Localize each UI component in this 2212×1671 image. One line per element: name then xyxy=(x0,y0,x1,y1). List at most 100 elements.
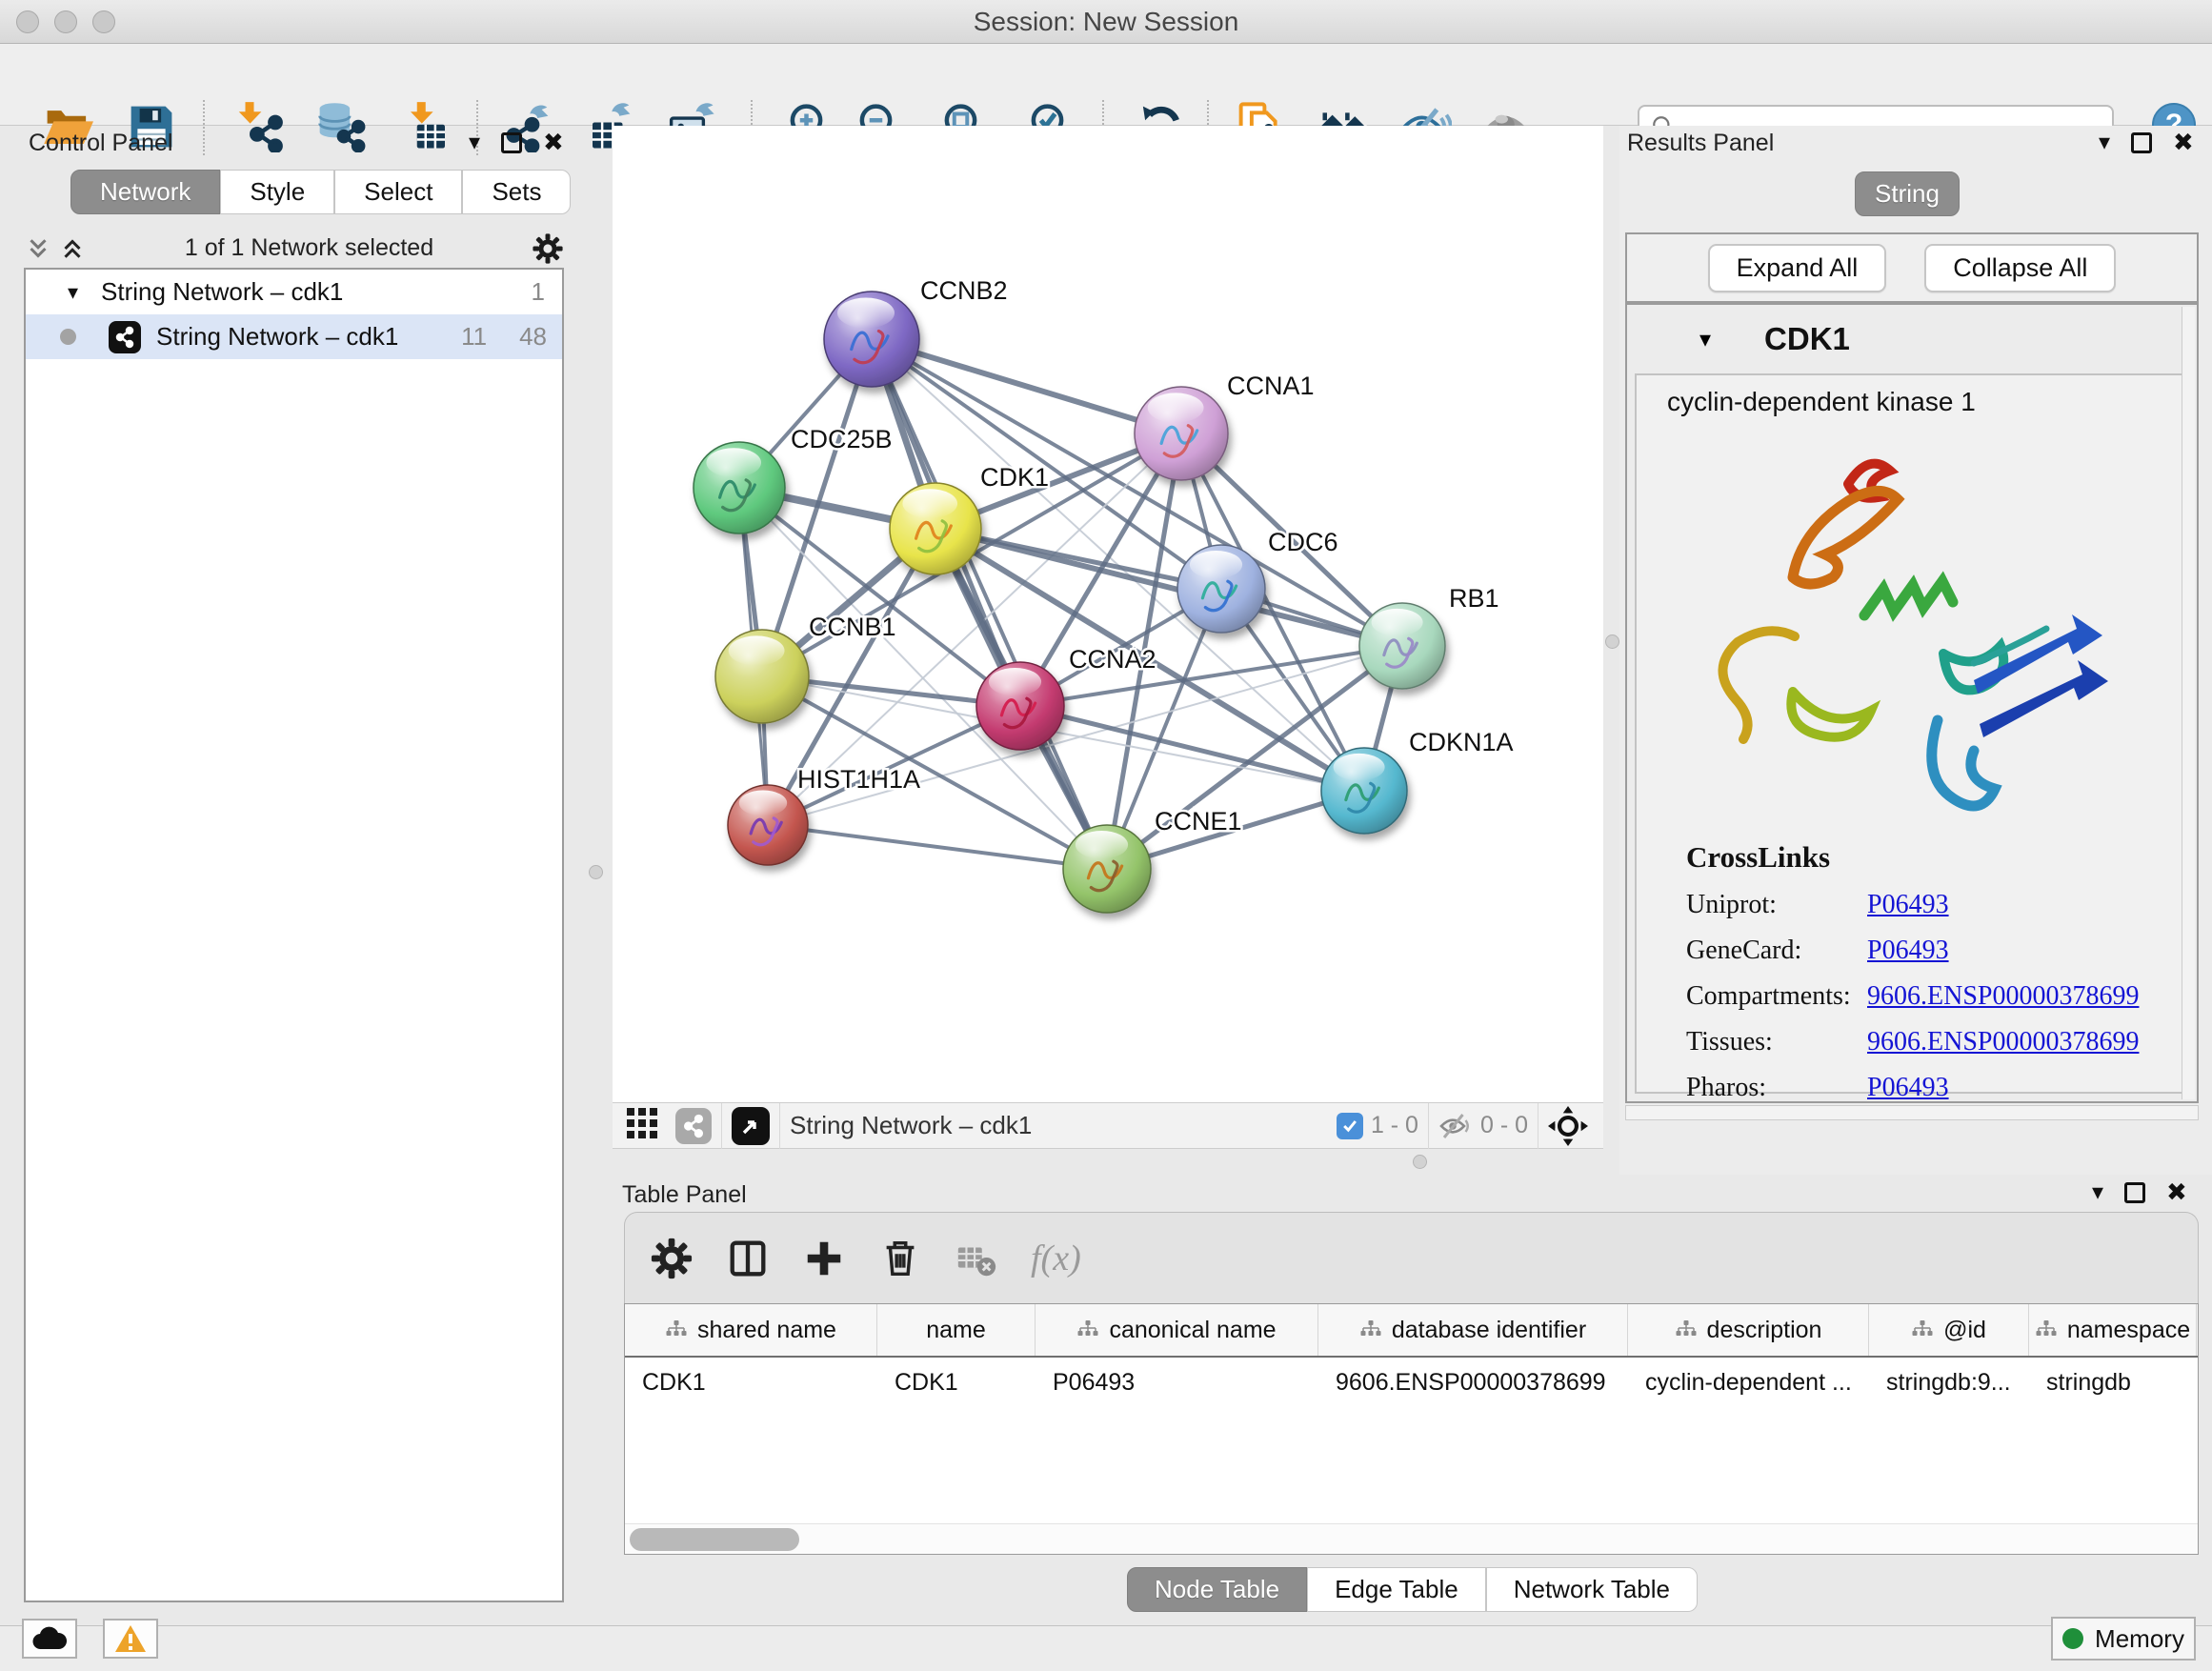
collapse-all-chevron-icon[interactable] xyxy=(58,234,87,263)
columns-icon[interactable] xyxy=(726,1237,770,1280)
column-header--id[interactable]: @id xyxy=(1869,1304,2029,1356)
table-cell[interactable]: stringdb xyxy=(2029,1358,2197,1409)
network-node-cdk1[interactable] xyxy=(890,483,981,574)
node-label-cdkn1a: CDKN1A xyxy=(1409,728,1514,756)
crosslink-link[interactable]: P06493 xyxy=(1867,1073,1949,1103)
grid-view-icon[interactable] xyxy=(626,1107,658,1144)
function-icon[interactable]: f(x) xyxy=(1031,1238,1081,1279)
gene-card-header[interactable]: ▾ CDK1 xyxy=(1627,305,2197,373)
horizontal-splitter-handle[interactable] xyxy=(1413,1155,1427,1169)
table-cell[interactable]: CDK1 xyxy=(625,1358,877,1409)
network-node-rb1[interactable] xyxy=(1359,603,1445,689)
column-header-database-identifier[interactable]: database identifier xyxy=(1318,1304,1628,1356)
crosslink-label: Compartments: xyxy=(1686,981,1867,1012)
maximize-window-icon[interactable] xyxy=(92,10,115,33)
scrollbar-thumb[interactable] xyxy=(630,1528,799,1551)
window-controls[interactable] xyxy=(16,10,115,33)
gene-expander-icon[interactable]: ▾ xyxy=(1699,326,1711,353)
network-node-ccne1[interactable] xyxy=(1063,825,1151,913)
tab-select[interactable]: Select xyxy=(334,170,462,214)
selected-checkbox-icon[interactable] xyxy=(1337,1113,1363,1139)
network-node-cdc25b[interactable] xyxy=(694,442,785,534)
gear-icon[interactable] xyxy=(650,1237,694,1280)
crosslink-link[interactable]: 9606.ENSP00000378699 xyxy=(1867,1027,2139,1057)
tab-edge-table[interactable]: Edge Table xyxy=(1307,1567,1486,1612)
float-panel-icon[interactable] xyxy=(501,132,522,153)
tab-network-table[interactable]: Network Table xyxy=(1486,1567,1698,1612)
collection-expander-icon[interactable]: ▾ xyxy=(68,280,78,305)
collapse-all-button[interactable]: Collapse All xyxy=(1924,244,2116,292)
close-panel-icon[interactable]: ✖ xyxy=(2173,128,2194,157)
float-panel-icon[interactable] xyxy=(2124,1182,2145,1203)
tab-node-table[interactable]: Node Table xyxy=(1127,1567,1307,1612)
table-cell[interactable]: P06493 xyxy=(1036,1358,1318,1409)
node-label-cdc25b: CDC25B xyxy=(791,425,893,453)
add-icon[interactable] xyxy=(802,1237,846,1280)
crosslink-link[interactable]: P06493 xyxy=(1867,936,1949,966)
warning-button[interactable] xyxy=(103,1619,158,1659)
network-canvas[interactable]: CCNB2CCNA1CDC25BCDK1CDC6RB1CCNB1CCNA2CDK… xyxy=(613,126,1603,1102)
network-node-ccna1[interactable] xyxy=(1135,387,1228,480)
column-header-shared-name[interactable]: shared name xyxy=(625,1304,877,1356)
import-network-icon[interactable] xyxy=(232,101,284,152)
cloud-button[interactable] xyxy=(22,1619,77,1659)
table-row[interactable]: CDK1CDK1P064939606.ENSP00000378699cyclin… xyxy=(625,1358,2198,1409)
crosslink-link[interactable]: 9606.ENSP00000378699 xyxy=(1867,981,2139,1012)
column-label: description xyxy=(1707,1317,1822,1344)
tab-sets[interactable]: Sets xyxy=(462,170,571,214)
results-vertical-scrollbar[interactable] xyxy=(2182,307,2195,1099)
control-panel-controls: ▾ ✖ xyxy=(469,128,564,157)
minimize-window-icon[interactable] xyxy=(54,10,77,33)
network-node-cdkn1a[interactable] xyxy=(1321,748,1407,834)
expand-all-chevron-icon[interactable] xyxy=(24,234,52,263)
delete-table-icon[interactable] xyxy=(955,1237,998,1280)
table-cell[interactable]: stringdb:9... xyxy=(1869,1358,2029,1409)
table-toolbar: f(x) xyxy=(624,1212,2199,1303)
crosshair-icon[interactable] xyxy=(1548,1106,1588,1146)
network-node-hist1h1a[interactable] xyxy=(728,785,808,865)
results-horizontal-scrollbar[interactable] xyxy=(1625,1105,2199,1120)
node-label-rb1: RB1 xyxy=(1449,584,1499,613)
float-panel-icon[interactable] xyxy=(2131,132,2152,153)
right-splitter-handle[interactable] xyxy=(1605,634,1619,649)
collection-count: 1 xyxy=(532,277,545,307)
collapse-panel-icon[interactable]: ▾ xyxy=(2099,129,2110,156)
network-row[interactable]: String Network – cdk1 11 48 xyxy=(26,314,562,359)
close-panel-icon[interactable]: ✖ xyxy=(543,128,564,157)
close-window-icon[interactable] xyxy=(16,10,39,33)
network-collection-row[interactable]: ▾ String Network – cdk1 1 xyxy=(26,270,562,314)
network-node-ccnb2[interactable] xyxy=(824,292,919,387)
trash-icon[interactable] xyxy=(878,1237,922,1280)
hidden-eye-icon[interactable] xyxy=(1438,1109,1473,1143)
table-header-row: shared namenamecanonical name database id… xyxy=(625,1304,2198,1358)
network-node-ccnb1[interactable] xyxy=(715,630,809,723)
main-toolbar: ? xyxy=(0,44,2212,126)
table-cell[interactable]: cyclin-dependent ... xyxy=(1628,1358,1869,1409)
close-panel-icon[interactable]: ✖ xyxy=(2166,1178,2187,1207)
table-cell[interactable]: CDK1 xyxy=(877,1358,1036,1409)
collapse-panel-icon[interactable]: ▾ xyxy=(2092,1178,2103,1206)
memory-label: Memory xyxy=(2095,1624,2184,1654)
import-table-icon[interactable] xyxy=(402,101,453,152)
table-horizontal-scrollbar[interactable] xyxy=(625,1523,2198,1554)
expand-all-button[interactable]: Expand All xyxy=(1708,244,1887,292)
table-cell[interactable]: 9606.ENSP00000378699 xyxy=(1318,1358,1628,1409)
crosslink-link[interactable]: P06493 xyxy=(1867,890,1949,920)
column-header-namespace[interactable]: namespace xyxy=(2029,1304,2197,1356)
memory-button[interactable]: Memory xyxy=(2051,1617,2196,1661)
left-splitter-handle[interactable] xyxy=(589,865,603,879)
column-header-name[interactable]: name xyxy=(877,1304,1036,1356)
share-view-icon[interactable] xyxy=(675,1108,712,1144)
collapse-panel-icon[interactable]: ▾ xyxy=(469,129,480,156)
network-node-cdc6[interactable] xyxy=(1177,545,1265,633)
column-header-description[interactable]: description xyxy=(1628,1304,1869,1356)
network-node-ccna2[interactable] xyxy=(976,662,1064,750)
tab-network[interactable]: Network xyxy=(70,170,220,214)
detail-toggle-icon[interactable] xyxy=(732,1107,770,1145)
gear-icon[interactable] xyxy=(532,232,564,265)
import-database-icon[interactable] xyxy=(314,101,366,152)
column-header-canonical-name[interactable]: canonical name xyxy=(1036,1304,1318,1356)
tab-string[interactable]: String xyxy=(1855,171,1960,216)
tab-style[interactable]: Style xyxy=(220,170,334,214)
column-label: database identifier xyxy=(1392,1317,1586,1344)
